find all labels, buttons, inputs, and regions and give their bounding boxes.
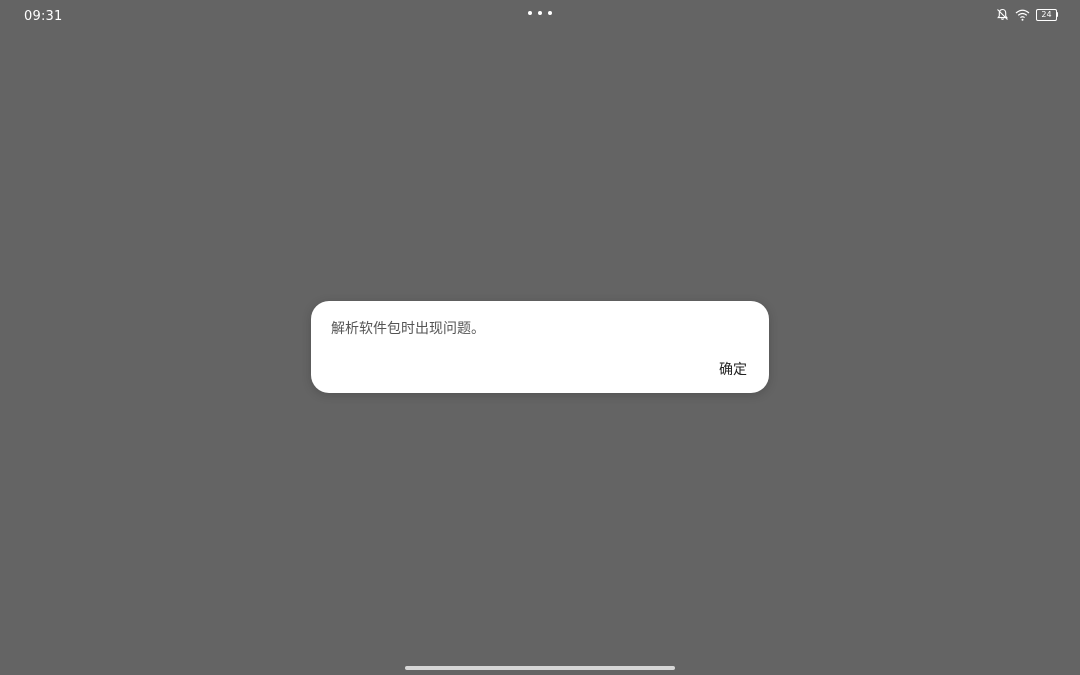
error-dialog: 解析软件包时出现问题。 确定	[311, 301, 769, 393]
wifi-icon	[1015, 9, 1030, 21]
more-options-icon[interactable]	[528, 10, 552, 16]
battery-icon: 24	[1036, 8, 1058, 21]
notifications-muted-icon	[996, 8, 1009, 21]
status-icons: 24	[996, 8, 1058, 21]
battery-level: 24	[1041, 9, 1052, 19]
ok-button[interactable]: 确定	[719, 359, 747, 379]
home-indicator[interactable]	[405, 666, 675, 670]
status-time: 09:31	[24, 9, 63, 24]
dialog-message: 解析软件包时出现问题。	[331, 321, 485, 337]
status-bar: 09:31 24	[0, 0, 1080, 34]
